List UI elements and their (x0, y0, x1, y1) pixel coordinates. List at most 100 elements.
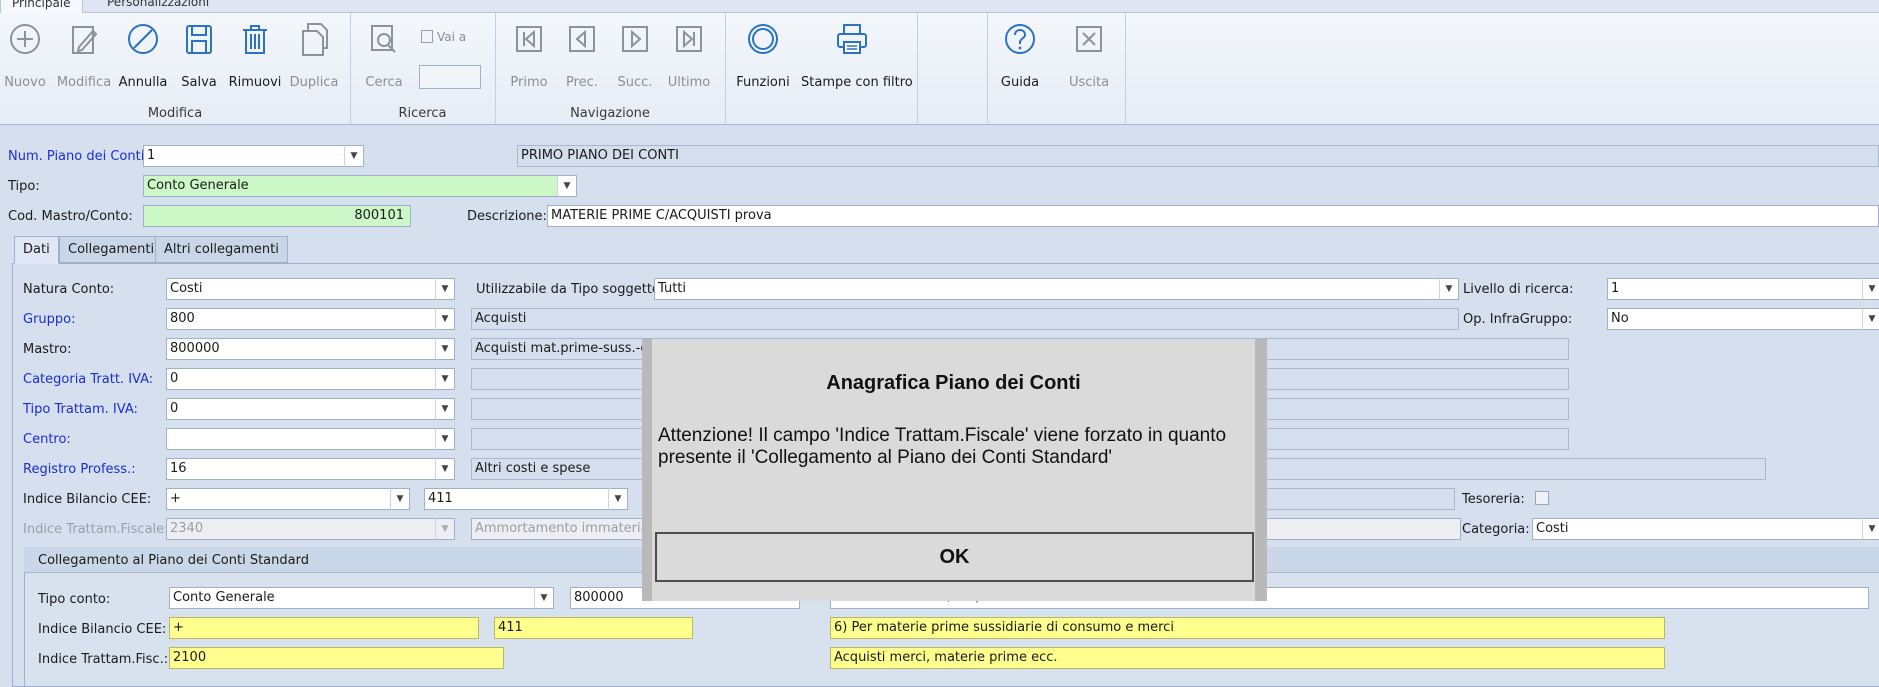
indice-cee-sign-select[interactable]: + (166, 488, 391, 510)
cancel-circle-icon (128, 24, 158, 54)
livello-ricerca-select[interactable]: 1 (1607, 278, 1864, 300)
plus-circle-icon (10, 24, 40, 54)
group-separator (917, 13, 918, 125)
trash-icon (243, 25, 267, 54)
chevron-down-icon[interactable]: ▼ (1862, 278, 1879, 300)
indice-fiscale-select[interactable]: 2340 (166, 518, 436, 540)
chevron-down-icon[interactable]: ▼ (435, 368, 455, 390)
group-separator (725, 13, 726, 125)
chevron-down-icon[interactable]: ▼ (1862, 308, 1879, 330)
guida-label: Guida (1000, 75, 1040, 90)
search-icon (371, 25, 396, 53)
chevron-down-icon[interactable]: ▼ (435, 398, 455, 420)
tipo-iva-select[interactable]: 0 (166, 398, 436, 420)
livello-ricerca-label: Livello di ricerca: (1463, 282, 1574, 297)
chevron-down-icon[interactable]: ▼ (435, 308, 455, 330)
num-piano-select[interactable]: 1 (143, 145, 345, 167)
descrizione-input[interactable]: MATERIE PRIME C/ACQUISTI prova (547, 205, 1879, 227)
tab-dati[interactable]: Dati (14, 236, 59, 264)
group-label-modifica: Modifica (147, 106, 203, 121)
vai-a-input[interactable] (419, 65, 481, 89)
cerca-label: Cerca (365, 75, 403, 90)
ribbon-tab-personalizzazioni[interactable]: Personalizzazioni (96, 0, 220, 13)
standard-cee-label: Indice Bilancio CEE: (38, 622, 167, 637)
group-label-navigazione: Navigazione (570, 106, 650, 121)
tab-altri-collegamenti[interactable]: Altri collegamenti (155, 236, 288, 263)
standard-fiscale-description: Acquisti merci, materie prime ecc. (830, 647, 1665, 669)
vai-a-label: Vai a (437, 30, 467, 44)
floppy-save-icon (186, 25, 212, 54)
rimuovi-button[interactable]: Rimuovi (226, 21, 284, 90)
centro-select[interactable] (166, 428, 436, 450)
gruppo-select[interactable]: 800 (166, 308, 436, 330)
vai-a-button[interactable]: Vai a (421, 30, 466, 44)
centro-label: Centro: (23, 432, 71, 447)
ribbon-toolbar: Nuovo Modifica Annulla Salva Rimuovi Dup… (0, 13, 1879, 125)
chevron-down-icon[interactable]: ▼ (390, 488, 410, 510)
tipo-conto-select[interactable]: Conto Generale (169, 587, 535, 609)
guida-button[interactable]: Guida (991, 21, 1049, 90)
chevron-down-icon[interactable]: ▼ (435, 458, 455, 480)
tesoreria-label: Tesoreria: (1462, 492, 1525, 507)
duplica-label: Duplica (289, 75, 339, 90)
infragruppo-select[interactable]: No (1607, 308, 1864, 330)
tipo-select[interactable]: Conto Generale (143, 175, 558, 197)
duplicate-document-icon (302, 23, 328, 56)
categoria-select[interactable]: Costi (1532, 518, 1864, 540)
ultimo-button[interactable]: Ultimo (660, 21, 718, 90)
chevron-down-icon[interactable]: ▼ (557, 175, 577, 197)
succ-button[interactable]: Succ. (606, 21, 664, 90)
tipo-iva-label: Tipo Trattam. IVA: (23, 402, 138, 417)
salva-button[interactable]: Salva (170, 21, 228, 90)
printer-icon (837, 24, 867, 54)
chevron-down-icon[interactable]: ▼ (435, 278, 455, 300)
indice-cee-select[interactable]: 411 (424, 488, 610, 510)
chevron-down-icon[interactable]: ▼ (435, 428, 455, 450)
uscita-button[interactable]: Uscita (1060, 21, 1118, 90)
tipo-conto-label: Tipo conto: (38, 592, 111, 607)
descrizione-label: Descrizione: (467, 209, 547, 224)
tab-collegamenti[interactable]: Collegamenti (59, 236, 164, 263)
prec-button[interactable]: Prec. (553, 21, 611, 90)
annulla-button[interactable]: Annulla (114, 21, 172, 90)
registro-select[interactable]: 16 (166, 458, 436, 480)
cod-mastro-input[interactable]: 800101 (143, 205, 411, 227)
funzioni-button[interactable]: Funzioni (734, 21, 792, 90)
funzioni-label: Funzioni (736, 75, 790, 90)
goto-icon (421, 30, 433, 43)
standard-link-title: Collegamento al Piano dei Conti Standard (38, 553, 309, 568)
modifica-button[interactable]: Modifica (55, 21, 113, 90)
categoria-iva-select[interactable]: 0 (166, 368, 436, 390)
nuovo-label: Nuovo (4, 75, 46, 90)
chevron-down-icon[interactable]: ▼ (534, 587, 554, 609)
primo-label: Primo (510, 75, 548, 90)
stampe-button[interactable]: Stampe con filtro (801, 21, 913, 90)
cerca-button[interactable]: Cerca (355, 21, 413, 90)
chevron-down-icon[interactable]: ▼ (435, 338, 455, 360)
chevron-down-icon[interactable]: ▼ (344, 145, 364, 167)
natura-conto-select[interactable]: Costi (166, 278, 436, 300)
chevron-down-icon[interactable]: ▼ (435, 518, 455, 540)
chevron-down-icon[interactable]: ▼ (608, 488, 628, 510)
chevron-down-icon[interactable]: ▼ (1862, 518, 1879, 540)
duplica-button[interactable]: Duplica (285, 21, 343, 90)
functions-circle-icon (748, 24, 778, 54)
group-label-ricerca: Ricerca (398, 106, 447, 121)
infragruppo-label: Op. InfraGruppo: (1463, 312, 1573, 327)
mastro-select[interactable]: 800000 (166, 338, 436, 360)
group-separator (1125, 13, 1126, 125)
num-piano-label: Num. Piano dei Conti: (8, 149, 149, 164)
standard-fiscale-label: Indice Trattam.Fisc.: (38, 652, 169, 667)
ok-button[interactable]: OK (655, 532, 1254, 582)
chevron-down-icon[interactable]: ▼ (1439, 278, 1459, 300)
ribbon-tab-principale[interactable]: Principale (0, 0, 83, 13)
num-piano-description: PRIMO PIANO DEI CONTI (517, 145, 1879, 167)
last-record-icon (676, 26, 702, 52)
standard-cee-value: 411 (494, 617, 693, 639)
primo-button[interactable]: Primo (500, 21, 558, 90)
pencil-edit-icon (72, 26, 98, 54)
nuovo-button[interactable]: Nuovo (0, 21, 54, 90)
utilizzabile-select[interactable]: Tutti (654, 278, 1441, 300)
indice-cee-label: Indice Bilancio CEE: (23, 492, 152, 507)
tesoreria-checkbox[interactable] (1535, 491, 1549, 505)
